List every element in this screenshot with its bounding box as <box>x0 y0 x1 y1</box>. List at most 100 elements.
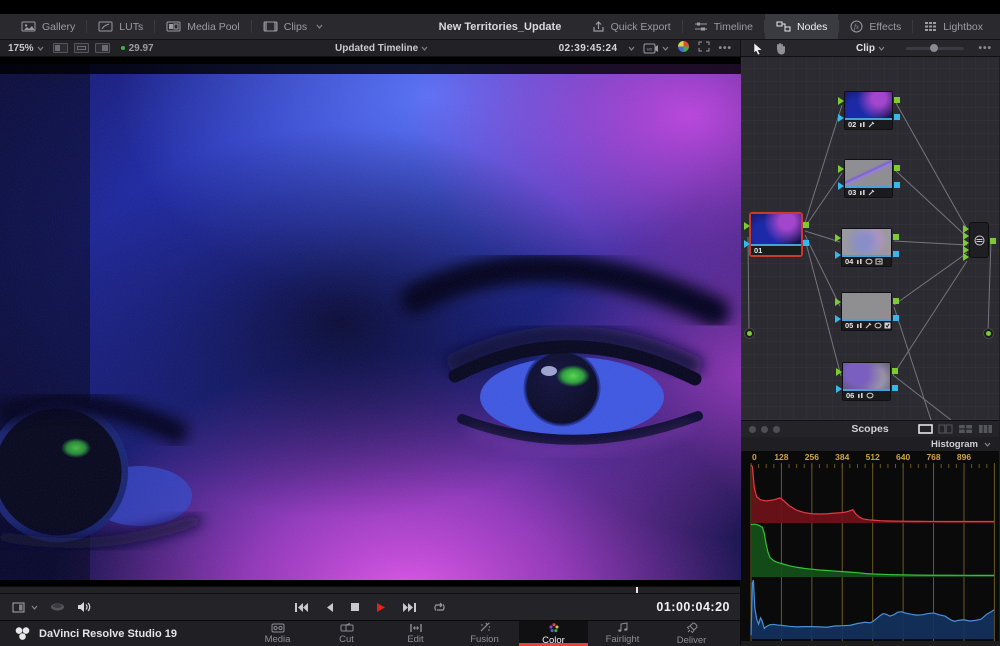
key-input-connector[interactable] <box>835 315 841 323</box>
skip-start-icon[interactable] <box>294 602 309 613</box>
key-input-connector[interactable] <box>835 251 841 259</box>
node-06[interactable]: 06 <box>842 362 891 401</box>
tab-fusion[interactable]: Fusion <box>450 621 519 646</box>
rgb-input-connector[interactable] <box>835 234 841 242</box>
color-page-icon <box>548 622 560 634</box>
color-wheel-icon <box>677 40 690 53</box>
layer-mixer-node[interactable] <box>969 222 989 258</box>
rgb-output-connector[interactable] <box>894 97 900 103</box>
rgb-output-connector[interactable] <box>803 222 809 228</box>
viewer-more-options-button[interactable]: ••• <box>718 43 732 54</box>
slider-knob[interactable] <box>930 44 938 52</box>
node-zoom-slider[interactable] <box>906 47 964 50</box>
node-number: 04 <box>845 257 853 266</box>
top-toolbar: Gallery LUTs Media Pool Clips New Territ… <box>0 14 1000 40</box>
quad-scope-icon[interactable] <box>958 424 973 434</box>
key-output-connector[interactable] <box>893 315 899 321</box>
stop-icon[interactable] <box>350 602 360 612</box>
media-pool-button[interactable]: Media Pool <box>155 14 251 39</box>
tab-deliver[interactable]: Deliver <box>657 621 726 646</box>
key-output-connector[interactable] <box>892 385 898 391</box>
key-output-connector[interactable] <box>893 251 899 257</box>
quick-export-icon <box>592 21 605 33</box>
loop-icon[interactable] <box>433 602 446 613</box>
key-input-connector[interactable] <box>836 385 842 393</box>
rgb-input-connector[interactable] <box>836 368 842 376</box>
enhanced-view-icon[interactable] <box>74 43 89 53</box>
node-04[interactable]: 04 <box>841 228 892 267</box>
source-node-dot[interactable] <box>745 329 754 338</box>
gallery-button[interactable]: Gallery <box>10 14 86 39</box>
viewer-toolbar: 175% 29.97 Updated Timeline 02:39:45:24 … <box>0 40 1000 57</box>
dual-scope-icon[interactable] <box>938 424 953 434</box>
key-output-connector[interactable] <box>894 182 900 188</box>
rgb-output-connector[interactable] <box>894 165 900 171</box>
key-input-connector[interactable] <box>744 240 750 248</box>
expand-viewer-button[interactable] <box>698 41 710 55</box>
tab-cut[interactable]: Cut <box>312 621 381 646</box>
mixer-input-5[interactable] <box>963 253 969 261</box>
luts-label: LUTs <box>119 21 143 33</box>
rgb-input-connector[interactable] <box>744 222 750 230</box>
key-input-connector[interactable] <box>838 114 844 122</box>
viewer-zoom-select[interactable]: 175% <box>0 43 50 54</box>
rgb-output-connector[interactable] <box>893 298 899 304</box>
key-output-connector[interactable] <box>894 114 900 120</box>
rgb-input-connector[interactable] <box>838 165 844 173</box>
lightbox-button[interactable]: Lightbox <box>913 14 994 39</box>
histogram-scope[interactable]: 0128256384512640768896 <box>741 451 999 646</box>
window-icon <box>866 392 874 399</box>
single-scope-icon[interactable] <box>918 424 933 434</box>
grid-scope-icon[interactable] <box>978 424 993 434</box>
chevron-down-icon <box>421 46 428 51</box>
viewer-column: 01:00:04:20 DaVinci Resolve Studio 19 Me… <box>0 57 741 646</box>
quick-export-button[interactable]: Quick Export <box>581 14 682 39</box>
node-mode-label[interactable]: Clip <box>856 43 875 54</box>
cursor-icon[interactable] <box>753 42 764 55</box>
effects-button[interactable]: fx Effects <box>839 14 912 39</box>
viewer-scrub-bar[interactable] <box>0 586 740 593</box>
adjustment-icon <box>856 258 863 265</box>
node-02[interactable]: 02 <box>844 91 893 130</box>
play-icon[interactable] <box>376 602 386 613</box>
hand-icon[interactable] <box>774 42 786 55</box>
color-viewer-button[interactable] <box>677 40 690 56</box>
node-more-options-button[interactable]: ••• <box>978 43 992 54</box>
node-01[interactable]: 01 <box>750 213 802 256</box>
key-input-connector[interactable] <box>838 182 844 190</box>
tab-fairlight[interactable]: Fairlight <box>588 621 657 646</box>
page-bar: DaVinci Resolve Studio 19 Media Cut Edit <box>0 620 740 646</box>
rgb-output-connector[interactable] <box>892 368 898 374</box>
wipe-icon <box>875 258 883 265</box>
luts-button[interactable]: LUTs <box>87 14 154 39</box>
nodes-button[interactable]: Nodes <box>765 14 838 39</box>
rgb-output-connector[interactable] <box>893 234 899 240</box>
tab-color[interactable]: Color <box>519 621 588 646</box>
tab-edit[interactable]: Edit <box>381 621 450 646</box>
skip-end-icon[interactable] <box>402 602 417 613</box>
node-badges <box>859 121 875 128</box>
node-graph[interactable]: 01 02 <box>741 57 999 420</box>
output-node-dot[interactable] <box>984 329 993 338</box>
rgb-input-connector[interactable] <box>838 97 844 105</box>
step-back-icon[interactable] <box>325 602 334 613</box>
node-05[interactable]: 05 <box>841 292 892 331</box>
app-name: DaVinci Resolve Studio 19 <box>39 628 177 640</box>
split-view-icon[interactable] <box>95 43 110 53</box>
camera-output-button[interactable]: HD <box>643 43 669 54</box>
node-03[interactable]: 03 <box>844 159 893 198</box>
expand-icon <box>698 41 710 52</box>
mixer-output-connector[interactable] <box>990 238 996 244</box>
timeline-button[interactable]: Timeline <box>683 14 764 39</box>
viewer[interactable] <box>0 57 740 586</box>
scope-mode-select[interactable]: Histogram <box>741 437 999 451</box>
rgb-input-connector[interactable] <box>835 298 841 306</box>
clips-button[interactable]: Clips <box>252 14 334 39</box>
timeline-select[interactable]: Updated Timeline <box>335 43 428 54</box>
tab-media[interactable]: Media <box>243 621 312 646</box>
svg-text:128: 128 <box>774 452 788 462</box>
key-output-connector[interactable] <box>803 240 809 246</box>
effects-icon: fx <box>850 20 863 33</box>
layer-mixer-icon <box>974 235 985 246</box>
single-view-icon[interactable] <box>53 43 68 53</box>
